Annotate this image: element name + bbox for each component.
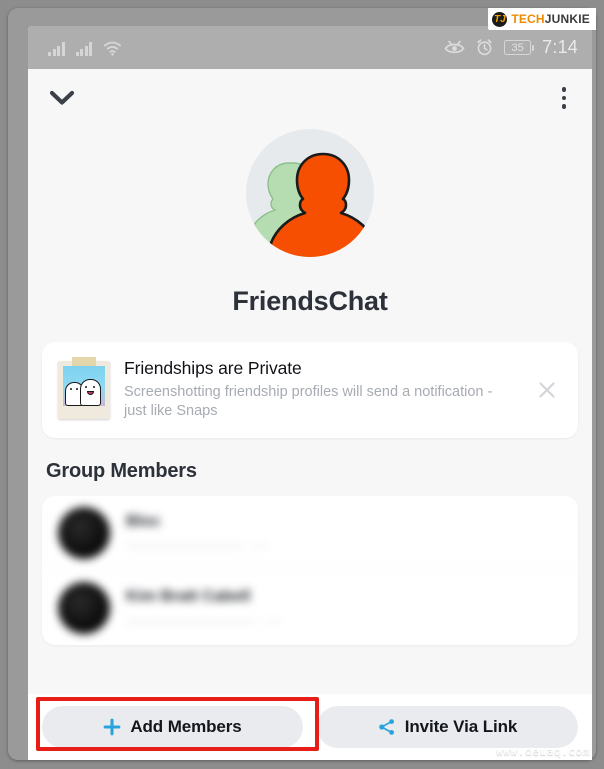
techjunkie-wordmark: TECHJUNKIE bbox=[511, 12, 590, 26]
share-icon bbox=[378, 718, 396, 736]
wifi-icon bbox=[103, 40, 122, 56]
status-bar-left bbox=[48, 40, 122, 56]
status-bar-right: 35 7:14 bbox=[444, 37, 578, 58]
group-avatar-wrap bbox=[28, 129, 592, 257]
privacy-notice-text: Friendships are Private Screenshotting f… bbox=[124, 358, 518, 422]
avatar bbox=[58, 506, 110, 559]
group-avatar-icon[interactable] bbox=[246, 129, 374, 257]
invite-via-link-label: Invite Via Link bbox=[404, 717, 518, 736]
techjunkie-mark-icon: TJ bbox=[492, 11, 508, 27]
member-info: Kim Bratt Cabell —————————— · — bbox=[126, 588, 281, 628]
chevron-down-icon[interactable] bbox=[48, 88, 76, 108]
techjunkie-watermark: TJ TECHJUNKIE bbox=[488, 8, 596, 30]
privacy-notice-card: Friendships are Private Screenshotting f… bbox=[42, 342, 578, 438]
signal-bars-icon-2 bbox=[75, 41, 92, 56]
close-icon[interactable] bbox=[532, 375, 562, 405]
alarm-clock-icon bbox=[476, 39, 493, 56]
battery-indicator: 35 bbox=[504, 40, 535, 55]
group-members-heading: Group Members bbox=[46, 459, 197, 482]
group-members-list: Bloc ————————— · — Kim Bratt Cabell ————… bbox=[42, 495, 578, 645]
polaroid-ghosts-icon bbox=[58, 356, 110, 419]
member-handle: —————————— · — bbox=[126, 612, 281, 628]
site-url-watermark: www.deuaq.com bbox=[496, 745, 590, 758]
member-name: Bloc bbox=[126, 512, 161, 530]
signal-bars-icon bbox=[48, 41, 65, 56]
eye-icon bbox=[444, 40, 465, 55]
kebab-menu-icon[interactable] bbox=[554, 81, 575, 115]
table-row[interactable]: Kim Bratt Cabell —————————— · — bbox=[42, 571, 578, 645]
device-frame: 35 7:14 FriendsChat Friendships are Priv… bbox=[8, 8, 596, 760]
privacy-notice-title: Friendships are Private bbox=[124, 358, 302, 378]
app-top-nav bbox=[28, 69, 592, 127]
add-members-label: Add Members bbox=[130, 717, 242, 736]
table-row[interactable]: Bloc ————————— · — bbox=[42, 496, 578, 571]
avatar bbox=[58, 581, 110, 634]
member-handle: ————————— · — bbox=[126, 537, 268, 553]
page-title: FriendsChat bbox=[232, 286, 388, 316]
techjunkie-wordmark-b: JUNKIE bbox=[544, 12, 590, 26]
invite-via-link-button[interactable]: Invite Via Link bbox=[317, 706, 578, 748]
status-bar: 35 7:14 bbox=[28, 26, 592, 69]
member-name: Kim Bratt Cabell bbox=[126, 587, 251, 605]
status-bar-clock: 7:14 bbox=[542, 37, 578, 57]
techjunkie-wordmark-a: TECH bbox=[511, 12, 545, 26]
privacy-notice-body: Screenshotting friendship profiles will … bbox=[124, 384, 493, 420]
phone-screen: 35 7:14 FriendsChat Friendships are Priv… bbox=[28, 26, 592, 760]
plus-icon bbox=[103, 718, 121, 736]
add-members-button[interactable]: Add Members bbox=[42, 706, 303, 748]
battery-level-label: 35 bbox=[511, 41, 524, 54]
member-info: Bloc ————————— · — bbox=[126, 513, 268, 553]
